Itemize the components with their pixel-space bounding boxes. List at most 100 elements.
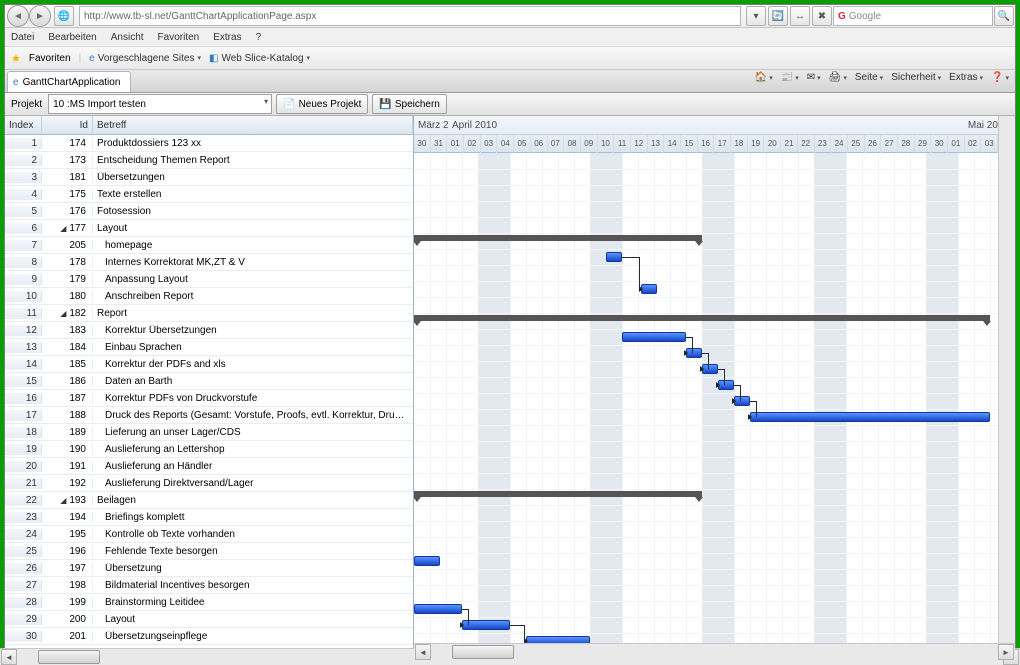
- page-menu[interactable]: Seite▾: [855, 72, 883, 83]
- task-row[interactable]: 19190Auslieferung an Lettershop: [5, 441, 413, 458]
- refresh-button[interactable]: 🔄: [768, 6, 788, 26]
- address-bar[interactable]: http://www.tb-sl.net/GanttChartApplicati…: [79, 6, 741, 26]
- row-id: 184: [42, 342, 93, 353]
- task-row[interactable]: 3181Übersetzungen: [5, 169, 413, 186]
- projekt-combo[interactable]: 10 :MS Import testen: [48, 94, 272, 114]
- gantt-chart[interactable]: [414, 153, 1015, 660]
- row-id: ◢182: [42, 308, 93, 319]
- gantt-vscroll[interactable]: [998, 116, 1015, 644]
- web-slice-link[interactable]: ◧Web Slice-Katalog▾: [209, 53, 310, 64]
- menu-favoriten[interactable]: Favoriten: [158, 32, 200, 43]
- row-index: 26: [5, 563, 42, 574]
- task-row[interactable]: 20191Auslieferung an Händler: [5, 458, 413, 475]
- menu-extras[interactable]: Extras: [213, 32, 241, 43]
- task-bar[interactable]: [718, 380, 734, 390]
- menu-datei[interactable]: Datei: [11, 32, 34, 43]
- task-row[interactable]: 6◢177Layout: [5, 220, 413, 237]
- task-bar[interactable]: [462, 620, 510, 630]
- task-row[interactable]: 13184Einbau Sprachen: [5, 339, 413, 356]
- task-bar[interactable]: [641, 284, 657, 294]
- page-icon[interactable]: 🌐: [54, 6, 74, 26]
- task-row[interactable]: 17188Druck des Reports (Gesamt: Vorstufe…: [5, 407, 413, 424]
- task-bar[interactable]: [414, 604, 462, 614]
- col-betreff[interactable]: Betreff: [93, 116, 413, 134]
- row-index: 25: [5, 546, 42, 557]
- summary-bracket[interactable]: [414, 491, 702, 497]
- gantt-row: [414, 393, 1015, 410]
- print-button[interactable]: 🖨▾: [829, 72, 847, 83]
- task-row[interactable]: 22◢193Beilagen: [5, 492, 413, 509]
- day-cell: 16: [698, 135, 715, 153]
- row-betreff: Kontrolle ob Texte vorhanden: [93, 529, 413, 540]
- task-bar[interactable]: [414, 556, 440, 566]
- task-bar[interactable]: [686, 348, 702, 358]
- safety-menu[interactable]: Sicherheit▾: [891, 72, 941, 83]
- task-row[interactable]: 7205homepage: [5, 237, 413, 254]
- stop-button[interactable]: ↔: [790, 6, 810, 26]
- task-row[interactable]: 26197Übersetzung: [5, 560, 413, 577]
- extras-menu[interactable]: Extras▾: [949, 72, 983, 83]
- mail-button[interactable]: ✉▾: [807, 72, 821, 83]
- day-cell: 01: [948, 135, 965, 153]
- tab-gantt[interactable]: e GanttChartApplication: [7, 71, 131, 92]
- row-index: 21: [5, 478, 42, 489]
- gantt-row: [414, 521, 1015, 538]
- forward-button[interactable]: ►: [29, 5, 51, 27]
- row-id: 179: [42, 274, 93, 285]
- task-row[interactable]: 23194Briefings komplett: [5, 509, 413, 526]
- neues-projekt-button[interactable]: 📄Neues Projekt: [276, 94, 368, 114]
- task-row[interactable]: 2173Entscheidung Themen Report: [5, 152, 413, 169]
- gantt-row: [414, 201, 1015, 218]
- task-row[interactable]: 16187Korrektur PDFs von Druckvorstufe: [5, 390, 413, 407]
- task-row[interactable]: 10180Anschreiben Report: [5, 288, 413, 305]
- summary-bracket[interactable]: [414, 235, 702, 241]
- task-bar[interactable]: [606, 252, 622, 262]
- task-row[interactable]: 12183Korrektur Übersetzungen: [5, 322, 413, 339]
- row-id: 173: [42, 155, 93, 166]
- row-id: 183: [42, 325, 93, 336]
- task-bar[interactable]: [622, 332, 686, 342]
- speichern-button[interactable]: 💾Speichern: [372, 94, 446, 114]
- feed-button[interactable]: 📰▾: [781, 72, 799, 83]
- search-box[interactable]: G Google: [833, 6, 993, 26]
- task-row[interactable]: 30201Übersetzungseinpflege: [5, 628, 413, 645]
- summary-bracket[interactable]: [414, 315, 990, 321]
- gantt-row: [414, 537, 1015, 554]
- task-row[interactable]: 8178Internes Korrektorat MK,ZT & V: [5, 254, 413, 271]
- task-row[interactable]: 15186Daten an Barth: [5, 373, 413, 390]
- menu-help[interactable]: ?: [256, 32, 262, 43]
- task-row[interactable]: 21192Auslieferung Direktversand/Lager: [5, 475, 413, 492]
- row-betreff: Korrektur der PDFs and xls: [93, 359, 413, 370]
- search-go-icon[interactable]: 🔍: [994, 6, 1014, 26]
- task-row[interactable]: 29200Layout: [5, 611, 413, 628]
- task-row[interactable]: 11◢182Report: [5, 305, 413, 322]
- task-row[interactable]: 25196Fehlende Texte besorgen: [5, 543, 413, 560]
- task-bar[interactable]: [702, 364, 718, 374]
- task-bar[interactable]: [750, 412, 990, 422]
- favorites-label[interactable]: Favoriten: [29, 53, 71, 64]
- col-index[interactable]: Index: [5, 116, 42, 134]
- col-id[interactable]: Id: [42, 116, 93, 134]
- help-button[interactable]: ❓▾: [991, 72, 1009, 83]
- task-row[interactable]: 1174Produktdossiers 123 xx: [5, 135, 413, 152]
- row-id: 190: [42, 444, 93, 455]
- suggested-sites-link[interactable]: eVorgeschlagene Sites▾: [89, 53, 201, 64]
- task-row[interactable]: 18189Lieferung an unser Lager/CDS: [5, 424, 413, 441]
- menu-ansicht[interactable]: Ansicht: [111, 32, 144, 43]
- home-button[interactable]: 🏠▾: [755, 72, 773, 83]
- go-button[interactable]: ▾: [746, 6, 766, 26]
- task-row[interactable]: 9179Anpassung Layout: [5, 271, 413, 288]
- task-row[interactable]: 27198Bildmaterial Incentives besorgen: [5, 577, 413, 594]
- task-row[interactable]: 4175Texte erstellen: [5, 186, 413, 203]
- task-row[interactable]: 24195Kontrolle ob Texte vorhanden: [5, 526, 413, 543]
- back-button[interactable]: ◄: [7, 5, 29, 27]
- favorites-star-icon[interactable]: ★: [11, 52, 21, 65]
- gantt-row: [414, 409, 1015, 426]
- stop-icon[interactable]: ✖: [812, 6, 832, 26]
- menu-bearbeiten[interactable]: Bearbeiten: [48, 32, 96, 43]
- task-row[interactable]: 5176Fotosession: [5, 203, 413, 220]
- task-bar[interactable]: [734, 396, 750, 406]
- task-row[interactable]: 28199Brainstorming Leitidee: [5, 594, 413, 611]
- task-row[interactable]: 14185Korrektur der PDFs and xls: [5, 356, 413, 373]
- gantt-hscroll[interactable]: ◄►: [414, 643, 1015, 660]
